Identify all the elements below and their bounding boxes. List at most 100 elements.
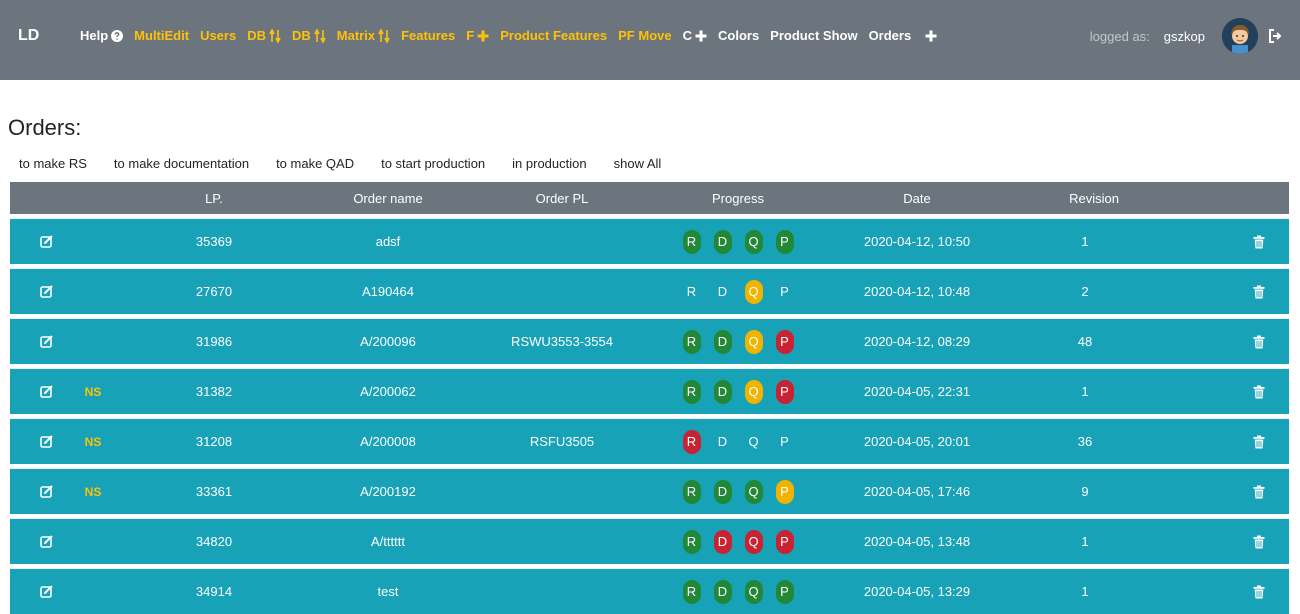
edit-icon[interactable] <box>40 319 53 364</box>
trash-icon[interactable] <box>1253 269 1265 314</box>
nav-link-matrix[interactable]: Matrix <box>337 28 390 43</box>
header-order-pl: Order PL <box>535 190 589 206</box>
nav-link-users[interactable]: Users <box>200 28 236 43</box>
brand-logo[interactable]: LD <box>18 27 39 45</box>
nav-link-features[interactable]: Features <box>401 28 455 43</box>
order-revision: 9 <box>1081 484 1089 499</box>
progress-badge-q: Q <box>744 579 763 604</box>
nav-link-help[interactable]: Help <box>80 28 124 43</box>
edit-icon[interactable] <box>40 419 53 464</box>
table-row: 27670 A190464 R D Q P 2020-04-12, 10:48 2 <box>10 268 1289 314</box>
progress-badge-r: R <box>682 479 701 504</box>
nav-link-c[interactable]: C <box>683 28 707 43</box>
nav-link-add[interactable] <box>922 30 937 42</box>
trash-icon[interactable] <box>1253 519 1265 564</box>
edit-icon[interactable] <box>40 219 53 264</box>
edit-icon[interactable] <box>40 519 53 564</box>
filter-to-make-rs[interactable]: to make RS <box>19 156 87 171</box>
trash-icon[interactable] <box>1253 219 1265 264</box>
edit-icon[interactable] <box>40 469 53 514</box>
nav-link-label: Orders <box>868 28 912 43</box>
ns-label: NS <box>84 434 102 449</box>
nav-link-label: Matrix <box>336 28 376 43</box>
nav-link-label: Product Show <box>770 28 858 43</box>
trash-icon[interactable] <box>1253 469 1265 514</box>
order-pl: RSFU3505 <box>529 434 595 449</box>
nav-links: Help MultiEdit Users DB DB Matrix Features F Pro… <box>80 28 948 43</box>
nav-link-pf-move[interactable]: PF Move <box>618 28 671 43</box>
nav-link-label: Features <box>401 28 456 43</box>
trash-icon[interactable] <box>1253 319 1265 364</box>
edit-icon[interactable] <box>40 369 53 414</box>
order-revision: 1 <box>1081 534 1089 549</box>
progress-badges: RDQP <box>676 369 800 414</box>
order-revision: 36 <box>1077 434 1093 449</box>
nav-link-db[interactable]: DB <box>292 28 326 43</box>
nav-link-multiedit[interactable]: MultiEdit <box>134 28 189 43</box>
logout-icon[interactable] <box>1268 29 1282 43</box>
nav-link-f[interactable]: F <box>466 28 489 43</box>
progress-badge-r: R <box>682 529 701 554</box>
filter-bar: to make RS to make documentation to make Q… <box>19 156 688 171</box>
username: gszkop <box>1163 28 1205 44</box>
nav-link-product-features[interactable]: Product Features <box>500 28 607 43</box>
order-name: A/200008 <box>360 434 416 449</box>
table-row: NS 31382 A/200062 R D Q P 2020-04-05, 22:31 1 <box>10 368 1289 414</box>
order-revision: 2 <box>1081 284 1089 299</box>
order-lp: 27670 <box>195 284 233 299</box>
header-lp: LP. <box>205 190 223 206</box>
order-name: adsf <box>375 234 401 249</box>
filter-to-start-production[interactable]: to start production <box>381 156 485 171</box>
progress-badge-d: D <box>713 379 732 404</box>
orders-table: LP. Order name Order PL Progress Date Re… <box>10 182 1289 614</box>
trash-icon[interactable] <box>1253 419 1265 464</box>
order-lp: 31208 <box>195 434 233 449</box>
trash-icon[interactable] <box>1253 569 1265 614</box>
order-date: 2020-04-05, 13:29 <box>863 584 971 599</box>
edit-icon[interactable] <box>40 569 53 614</box>
progress-badges: RDQP <box>676 569 800 614</box>
filter-show-all[interactable]: show All <box>614 156 662 171</box>
nav-link-label: DB <box>291 28 311 43</box>
progress-badges: RDQP <box>676 269 800 314</box>
nav-link-label: Product Features <box>500 28 608 43</box>
logged-as-label: logged as: <box>1089 28 1150 44</box>
progress-badge-q: Q <box>744 329 763 354</box>
progress-badges: RDQP <box>676 419 800 464</box>
progress-badge-r: R <box>686 284 697 299</box>
progress-badge-q: Q <box>748 434 759 449</box>
nav-link-product-show[interactable]: Product Show <box>770 28 857 43</box>
ns-label: NS <box>84 484 102 499</box>
header-revision: Revision <box>1069 190 1119 206</box>
page-title: Orders: <box>8 115 82 140</box>
nav-link-label: Colors <box>718 28 760 43</box>
edit-icon[interactable] <box>40 269 53 314</box>
table-row: 35369 adsf R D Q P 2020-04-12, 10:50 1 <box>10 218 1289 264</box>
ns-label: NS <box>84 384 102 399</box>
progress-badge-q: Q <box>744 379 763 404</box>
progress-badge-p: P <box>775 579 794 604</box>
order-date: 2020-04-12, 10:48 <box>863 284 971 299</box>
plus-icon <box>695 30 707 42</box>
order-pl: RSWU3553-3554 <box>511 334 613 349</box>
progress-badge-p: P <box>775 229 794 254</box>
trash-icon[interactable] <box>1253 369 1265 414</box>
filter-in-production[interactable]: in production <box>512 156 586 171</box>
user-box: logged as: gszkop <box>1090 18 1282 54</box>
order-lp: 33361 <box>195 484 233 499</box>
sort-icon <box>314 28 326 43</box>
nav-link-label: Help <box>80 28 109 43</box>
filter-to-make-documentation[interactable]: to make documentation <box>114 156 249 171</box>
order-lp: 35369 <box>195 234 233 249</box>
avatar[interactable] <box>1222 18 1258 54</box>
progress-badge-r: R <box>682 379 701 404</box>
progress-badge-r: R <box>682 579 701 604</box>
header-order-name: Order name <box>353 190 423 206</box>
progress-badge-q: Q <box>744 229 763 254</box>
nav-link-db[interactable]: DB <box>247 28 281 43</box>
filter-to-make-qad[interactable]: to make QAD <box>276 156 354 171</box>
table-row: NS 33361 A/200192 R D Q P 2020-04-05, 17:46 9 <box>10 468 1289 514</box>
progress-badges: RDQP <box>676 319 800 364</box>
nav-link-orders[interactable]: Orders <box>869 28 912 43</box>
nav-link-colors[interactable]: Colors <box>718 28 759 43</box>
